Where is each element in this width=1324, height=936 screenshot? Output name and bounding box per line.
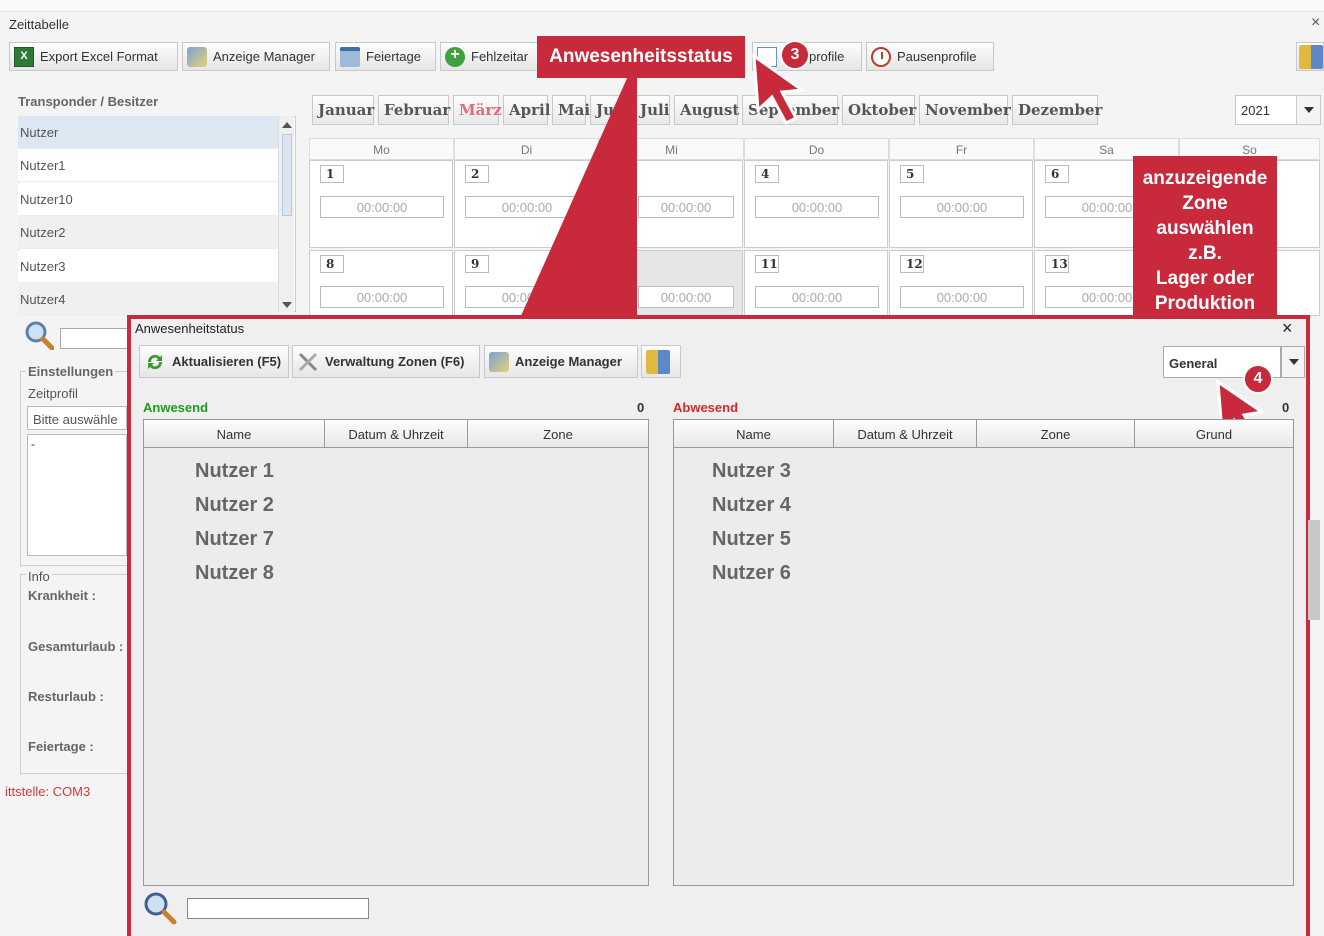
column-header[interactable]: Datum & Uhrzeit [834, 420, 977, 448]
table-row[interactable]: Nutzer 2 [195, 494, 274, 517]
callout-beam [520, 76, 637, 318]
table-row[interactable]: Nutzer 3 [712, 460, 791, 483]
search-icon[interactable] [143, 891, 177, 925]
callout-line: Produktion [1154, 293, 1256, 314]
abwesend-count: 0 [1282, 400, 1290, 415]
table-row[interactable]: Nutzer 4 [712, 494, 791, 517]
background-scrollbar [1308, 520, 1320, 620]
column-header[interactable]: Datum & Uhrzeit [325, 420, 468, 448]
callout-anwesenheitsstatus: Anwesenheitsstatus [537, 36, 745, 78]
table-row[interactable]: Nutzer 6 [712, 562, 791, 585]
column-header[interactable]: Name [674, 420, 834, 448]
aktualisieren-button[interactable]: Aktualisieren (F5) [139, 345, 289, 378]
callout-zone-hint: anzuzeigende Zone auswählen z.B. Lager o… [1133, 156, 1277, 324]
chevron-down-icon [1289, 359, 1299, 365]
table-row[interactable]: Nutzer 8 [195, 562, 274, 585]
table-row[interactable]: Nutzer 1 [195, 460, 274, 483]
manager-icon [489, 351, 509, 372]
tools-icon [298, 352, 318, 371]
table-row[interactable]: Nutzer 7 [195, 528, 274, 551]
aktualisieren-label: Aktualisieren (F5) [172, 354, 282, 369]
cursor-arrow-icon [752, 52, 807, 125]
anwesend-count: 0 [637, 400, 645, 415]
column-header[interactable]: Name [144, 420, 325, 448]
dialog-anzeige-manager-button[interactable]: Anzeige Manager [484, 345, 638, 378]
anwesend-table: Name Datum & Uhrzeit Zone Nutzer 1 Nutze… [143, 419, 649, 886]
door-icon [646, 349, 670, 374]
refresh-icon [147, 354, 163, 369]
callout-line: Zone [1182, 193, 1228, 214]
callout-line: Lager oder [1155, 268, 1255, 289]
anwesend-title: Anwesend [143, 400, 209, 415]
dialog-exit-button[interactable] [641, 345, 681, 378]
dialog-anzeige-manager-label: Anzeige Manager [515, 354, 622, 369]
callout-line: auswählen [1156, 218, 1254, 239]
abwesend-table: Name Datum & Uhrzeit Zone Grund Nutzer 3… [673, 419, 1294, 886]
zone-dropdown-button[interactable] [1281, 346, 1305, 378]
column-header[interactable]: Zone [977, 420, 1135, 448]
callout-line: anzuzeigende [1142, 168, 1268, 189]
callout-line: z.B. [1188, 243, 1222, 264]
dialog-title: Anwesenheitstatus [135, 321, 245, 336]
column-header[interactable]: Zone [468, 420, 648, 448]
dialog-close-button[interactable]: × [1282, 318, 1293, 339]
column-header[interactable]: Grund [1135, 420, 1293, 448]
dialog-search-input[interactable] [187, 898, 369, 919]
abwesend-title: Abwesend [673, 400, 739, 415]
verwaltung-zonen-button[interactable]: Verwaltung Zonen (F6) [292, 345, 480, 378]
verwaltung-zonen-label: Verwaltung Zonen (F6) [325, 354, 465, 369]
table-row[interactable]: Nutzer 5 [712, 528, 791, 551]
